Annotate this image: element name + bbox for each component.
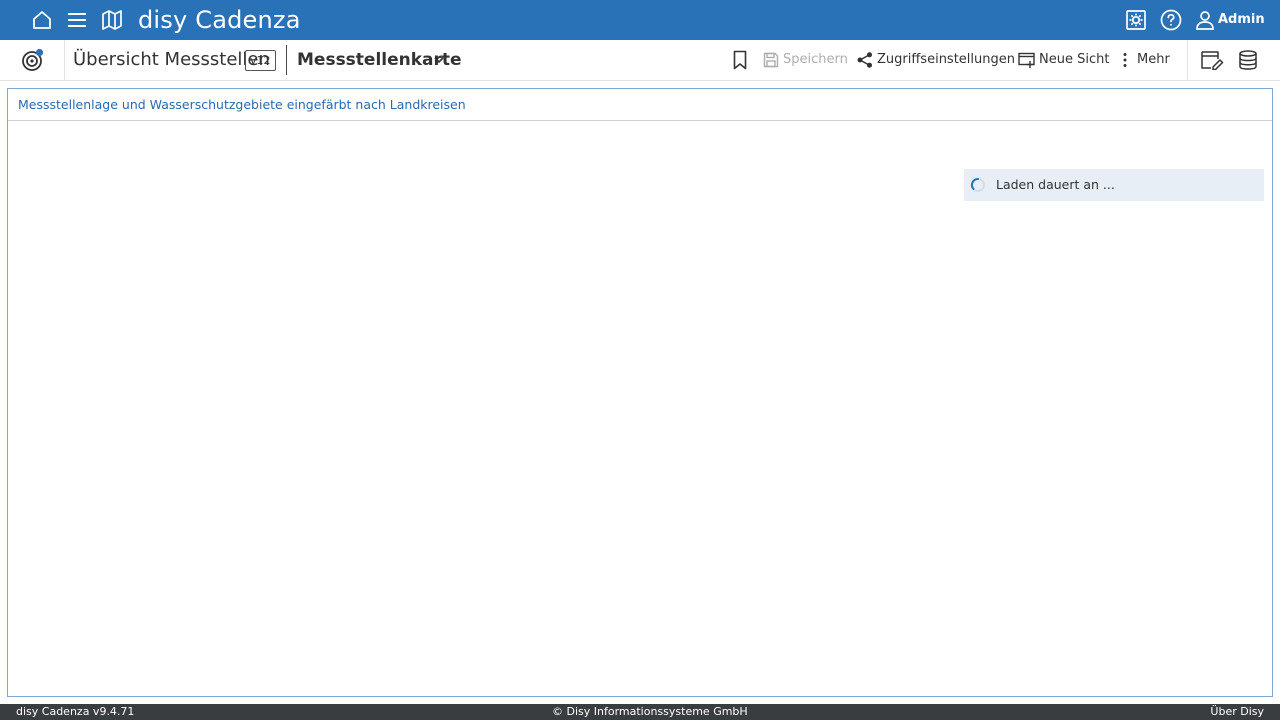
access-settings-button[interactable]: Zugriffseinstellungen [857, 50, 1015, 70]
database-icon[interactable] [1238, 50, 1258, 70]
loading-indicator: Laden dauert an ... [964, 169, 1264, 201]
loading-text: Laden dauert an ... [996, 177, 1115, 192]
view-toolbar: Übersicht Messstellen v12 Messstellenkar… [0, 40, 1280, 81]
spinner-icon [970, 177, 986, 193]
footer-about-link[interactable]: Über Disy [1210, 704, 1264, 720]
footer-copyright: © Disy Informationssysteme GmbH [552, 705, 748, 718]
footer-version: disy Cadenza v9.4.71 [16, 705, 135, 718]
new-view-icon [1018, 52, 1036, 68]
app-brand[interactable]: disy Cadenza [138, 5, 301, 35]
separator [64, 40, 65, 80]
separator [286, 45, 287, 75]
map-icon[interactable] [100, 8, 124, 32]
menu-icon[interactable] [65, 8, 89, 32]
workbook-title[interactable]: Übersicht Messstellen [73, 49, 270, 71]
user-name[interactable]: Admin [1218, 11, 1265, 29]
user-icon[interactable] [1193, 8, 1217, 32]
panel-header: Messstellenlage und Wasserschutzgebiete … [8, 89, 1272, 121]
map-view-panel: Messstellenlage und Wasserschutzgebiete … [7, 88, 1273, 697]
target-icon[interactable] [20, 48, 46, 72]
footer-bar: disy Cadenza v9.4.71 © Disy Informations… [0, 704, 1280, 720]
chevron-down-icon[interactable] [433, 54, 445, 66]
share-icon [857, 52, 873, 68]
save-icon [763, 52, 779, 68]
top-navigation-bar: disy Cadenza Admin [0, 0, 1280, 40]
panel-title: Messstellenlage und Wasserschutzgebiete … [18, 97, 466, 112]
version-badge[interactable]: v12 [245, 50, 276, 71]
help-icon[interactable] [1159, 8, 1183, 32]
bookmark-icon[interactable] [732, 50, 748, 70]
edit-icon[interactable] [1200, 50, 1224, 70]
more-vertical-icon [1119, 52, 1131, 68]
separator [1187, 40, 1188, 80]
save-button[interactable]: Speichern [763, 50, 848, 70]
home-icon[interactable] [30, 8, 54, 32]
settings-icon[interactable] [1124, 8, 1148, 32]
new-view-button[interactable]: Neue Sicht [1018, 50, 1109, 70]
more-button[interactable]: Mehr [1119, 50, 1171, 70]
